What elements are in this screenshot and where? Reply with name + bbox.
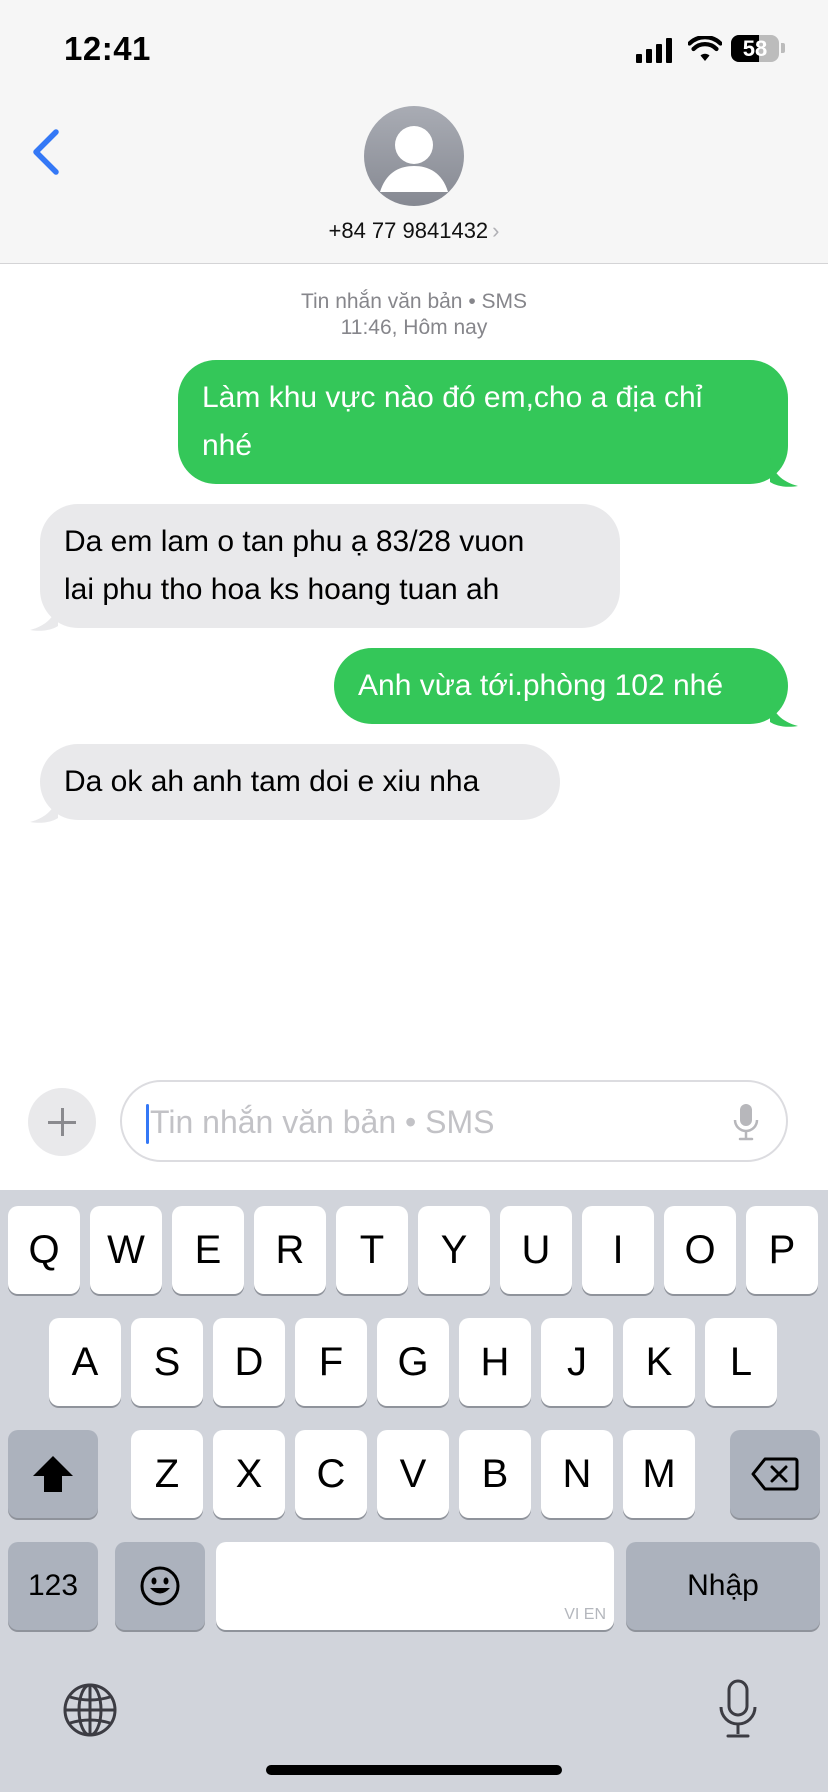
contact-avatar[interactable]: [364, 106, 464, 206]
key[interactable]: M: [623, 1430, 695, 1518]
microphone-icon[interactable]: [732, 1102, 760, 1142]
key[interactable]: B: [459, 1430, 531, 1518]
shift-icon: [33, 1456, 73, 1492]
key[interactable]: E: [172, 1206, 244, 1294]
incoming-message[interactable]: Da ok ah anh tam doi e xiu nha: [40, 744, 560, 820]
message-input[interactable]: Tin nhắn văn bản • SMS: [120, 1080, 788, 1162]
space-bar[interactable]: VI EN: [216, 1542, 614, 1630]
battery-tip: [781, 43, 785, 53]
key[interactable]: O: [664, 1206, 736, 1294]
battery-icon: 58: [731, 35, 779, 62]
key[interactable]: L: [705, 1318, 777, 1406]
chevron-right-icon: ›: [492, 218, 500, 243]
key[interactable]: A: [49, 1318, 121, 1406]
delete-key[interactable]: [730, 1430, 820, 1518]
shift-key[interactable]: [8, 1430, 98, 1518]
emoji-icon: [140, 1566, 180, 1606]
contact-number-link[interactable]: +84 77 9841432 ›: [0, 218, 828, 244]
battery-level: 58: [742, 36, 768, 61]
text-cursor: [146, 1104, 149, 1144]
bubble-tail: [770, 458, 798, 487]
key[interactable]: G: [377, 1318, 449, 1406]
person-avatar-icon: [380, 126, 448, 192]
key[interactable]: I: [582, 1206, 654, 1294]
key[interactable]: Z: [131, 1430, 203, 1518]
key[interactable]: V: [377, 1430, 449, 1518]
message-timestamp: 11:46, Hôm nay: [340, 316, 488, 339]
key[interactable]: W: [90, 1206, 162, 1294]
key[interactable]: T: [336, 1206, 408, 1294]
message-line: Da em lam o tan phu ạ 83/28 vuon: [64, 525, 525, 558]
message-line: lai phu tho hoa ks hoang tuan ah: [64, 573, 500, 606]
key[interactable]: U: [500, 1206, 572, 1294]
key[interactable]: H: [459, 1318, 531, 1406]
message-line: Làm khu vực nào đó em,cho a địa chỉ: [202, 381, 703, 414]
key[interactable]: N: [541, 1430, 613, 1518]
key[interactable]: Y: [418, 1206, 490, 1294]
message-line: Da ok ah anh tam doi e xiu nha: [64, 765, 480, 798]
emoji-key[interactable]: [115, 1542, 205, 1630]
home-indicator[interactable]: [266, 1765, 562, 1775]
return-key[interactable]: Nhập: [626, 1542, 820, 1630]
conversation-meta: Tin nhắn văn bản • SMS 11:46, Hôm nay: [0, 289, 828, 341]
bubble-tail: [30, 794, 58, 823]
key[interactable]: F: [295, 1318, 367, 1406]
key[interactable]: P: [746, 1206, 818, 1294]
plus-icon[interactable]: [28, 1088, 96, 1156]
key[interactable]: J: [541, 1318, 613, 1406]
back-chevron-icon[interactable]: [26, 124, 66, 180]
key[interactable]: C: [295, 1430, 367, 1518]
bubble-tail: [30, 602, 58, 631]
message-line: nhé: [202, 429, 253, 462]
outgoing-message[interactable]: Làm khu vực nào đó em,cho a địa chỉ nhé: [178, 360, 788, 484]
key[interactable]: S: [131, 1318, 203, 1406]
key[interactable]: R: [254, 1206, 326, 1294]
status-icons: 58: [618, 34, 798, 64]
language-hint: VI EN: [564, 1606, 606, 1623]
delete-icon: [751, 1457, 799, 1491]
key[interactable]: D: [213, 1318, 285, 1406]
status-time: 12:41: [64, 30, 151, 67]
key[interactable]: X: [213, 1430, 285, 1518]
conversation-header: 12:41 58 +84 77 9841432 ›: [0, 0, 828, 264]
outgoing-message[interactable]: Anh vừa tới.phòng 102 nhé: [334, 648, 788, 724]
numbers-key[interactable]: 123: [8, 1542, 98, 1630]
message-line: Anh vừa tới.phòng 102 nhé: [358, 669, 724, 702]
cellular-signal-icon: [636, 37, 672, 63]
bubble-tail: [770, 698, 798, 727]
message-input-placeholder: Tin nhắn văn bản • SMS: [150, 1104, 495, 1140]
service-label: Tin nhắn văn bản • SMS: [300, 290, 528, 313]
wifi-icon: [688, 36, 722, 61]
incoming-message[interactable]: Da em lam o tan phu ạ 83/28 vuon lai phu…: [40, 504, 620, 628]
contact-number: +84 77 9841432: [328, 218, 489, 243]
dictation-mic-icon[interactable]: [718, 1678, 758, 1740]
key[interactable]: Q: [8, 1206, 80, 1294]
key[interactable]: K: [623, 1318, 695, 1406]
globe-icon[interactable]: [62, 1682, 118, 1738]
